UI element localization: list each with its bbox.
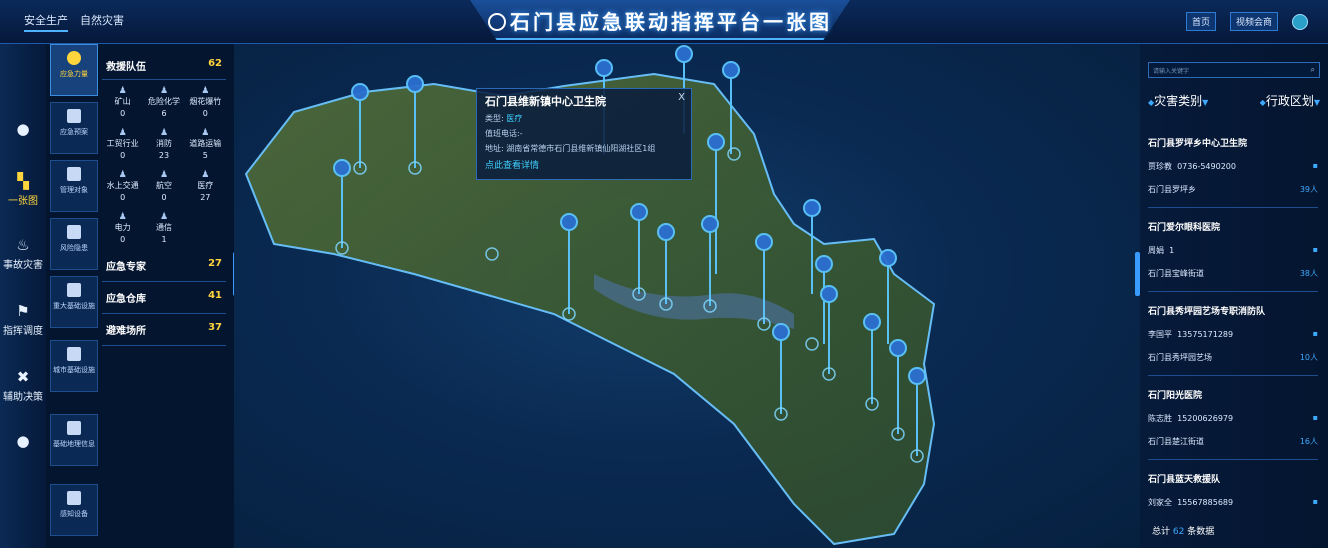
nav-map[interactable]: ▚ 一张图 [0, 172, 46, 207]
subnav-sensor[interactable]: 感知设备 [50, 484, 98, 536]
header-bar: 安全生产 自然灾害 石门县应急联动指挥平台一张图 首页 视频会商 [0, 0, 1328, 44]
subnav-risk[interactable]: 风险隐患 [50, 218, 98, 270]
building-icon [67, 283, 81, 297]
rescue-item[interactable]: ♟ 烟花爆竹 0 [185, 86, 226, 118]
tab-safety-production[interactable]: 安全生产 [24, 12, 68, 32]
rescue-item[interactable]: ♟ 危险化学 6 [143, 86, 184, 118]
subnav-emergency-force[interactable]: 应急力量 [50, 44, 98, 96]
left-nav: ● ▚ 一张图 ♨ 事故灾害 ⚑ 指挥调度 ✖ 辅助决策 ● [0, 44, 46, 548]
avatar[interactable] [1292, 13, 1308, 30]
chevron-down-icon: ▼ [1202, 98, 1209, 107]
rescue-item[interactable]: ♟ 道路运输 5 [185, 128, 226, 160]
person-icon: ♟ [118, 212, 127, 222]
filter-region[interactable]: ◆行政区划▼ [1260, 92, 1320, 109]
rescue-item[interactable]: ♟ 矿山 0 [102, 86, 143, 118]
popup-title: 石门县维新镇中心卫生院 [485, 95, 606, 108]
rescue-item[interactable]: ♟ 电力 0 [102, 212, 143, 244]
video-button[interactable]: 视频会商 [1229, 12, 1278, 31]
popup-type: 类型: 医疗 [485, 114, 523, 123]
section-warehouse[interactable]: 应急仓库 41 [102, 282, 226, 314]
tools-icon: ✖ [16, 368, 30, 386]
rescue-panel: 救援队伍 62 ♟ 矿山 0 ♟ 危险化学 6 ♟ 烟花爆竹 0 ♟ 工贸行业 0 ♟ 消防 23 … [102, 52, 226, 412]
popup-phone: 值班电话:- [485, 129, 523, 138]
person-icon: ♟ [201, 128, 210, 138]
popup-detail-link[interactable]: 点此查看详情 [485, 158, 683, 171]
map-canvas[interactable]: X 石门县维新镇中心卫生院 类型: 医疗 值班电话:- 地址: 湖南省常德市石门… [234, 44, 1140, 548]
subnav-geo-info[interactable]: 基础地理信息 [50, 414, 98, 466]
search-input[interactable]: 请输入关键字 ⌕ [1148, 62, 1320, 78]
nav-dispatch[interactable]: ⚑ 指挥调度 [0, 302, 46, 337]
header-tabs: 安全生产 自然灾害 [24, 12, 124, 32]
tab-natural-disaster[interactable]: 自然灾害 [80, 12, 124, 32]
warning-icon [67, 225, 81, 239]
person-icon: ♟ [118, 86, 127, 96]
right-panel: 请输入关键字 ⌕ ◆灾害类别▼ ◆行政区划▼ 石门县罗坪乡中心卫生院 贾珍教 07… [1140, 44, 1328, 548]
subnav-manage-object[interactable]: 管理对象 [50, 160, 98, 212]
rescue-grid: ♟ 矿山 0 ♟ 危险化学 6 ♟ 烟花爆竹 0 ♟ 工贸行业 0 ♟ 消防 23 ♟ 道路运输 5 ♟… [102, 80, 226, 250]
map-icon: ▚ [17, 172, 29, 190]
logo-icon [488, 13, 506, 31]
person-icon: ♟ [159, 212, 169, 222]
person-icon: ♟ [201, 170, 210, 180]
rescue-item[interactable]: ♟ 工贸行业 0 [102, 128, 143, 160]
list-item[interactable]: 石门爱尔眼科医院 周娟 1 ▪ 石门县宝峰街道 38人 [1148, 220, 1318, 292]
document-icon [67, 109, 81, 123]
person-icon: ♟ [159, 86, 169, 96]
section-shelter[interactable]: 避难场所 37 [102, 314, 226, 346]
rescue-item[interactable]: ♟ 医疗 27 [185, 170, 226, 202]
phone-icon[interactable]: ▪ [1313, 497, 1318, 508]
nav-decision[interactable]: ✖ 辅助决策 [0, 368, 46, 403]
page-title: 石门县应急联动指挥平台一张图 [470, 6, 850, 35]
phone-icon[interactable]: ▪ [1313, 413, 1318, 424]
rescue-item[interactable]: ♟ 航空 0 [143, 170, 184, 202]
city-icon [67, 347, 81, 361]
rescue-header[interactable]: 救援队伍 62 [102, 52, 226, 80]
sub-nav: 应急力量 应急预案 管理对象 风险隐患 重大基础设施 城市基础设施 基础地理信息… [48, 44, 100, 548]
geo-icon [67, 421, 81, 435]
popup-address: 地址: 湖南省常德市石门县维新镇仙阳湖社区1组 [485, 144, 656, 153]
phone-icon[interactable]: ▪ [1313, 329, 1318, 340]
list-item[interactable]: 石门阳光医院 陈志胜 15200626979 ▪ 石门县楚江街道 16人 [1148, 388, 1318, 460]
location-popup: X 石门县维新镇中心卫生院 类型: 医疗 值班电话:- 地址: 湖南省常德市石门… [476, 88, 692, 180]
header-actions: 首页 视频会商 [1185, 12, 1308, 31]
popup-close-button[interactable]: X [678, 92, 685, 103]
person-icon: ♟ [118, 128, 127, 138]
total-count: 总计 62 条数据 [1152, 527, 1215, 537]
document-icon [67, 167, 81, 181]
subnav-major-infra[interactable]: 重大基础设施 [50, 276, 98, 328]
subnav-plan[interactable]: 应急预案 [50, 102, 98, 154]
filters: ◆灾害类别▼ ◆行政区划▼ [1148, 92, 1320, 109]
person-icon: ♟ [159, 170, 169, 180]
rescue-item[interactable]: ♟ 消防 23 [143, 128, 184, 160]
rescue-item[interactable]: ♟ 水上交通 0 [102, 170, 143, 202]
person-icon: ♟ [118, 170, 127, 180]
list-item[interactable]: 石门县蓝天救援队 刘家全 15567885689 ▪ [1148, 472, 1318, 520]
chevron-down-icon: ▼ [1313, 98, 1320, 107]
person-icon: ♟ [159, 128, 169, 138]
nav-accident[interactable]: ♨ 事故灾害 [0, 236, 46, 271]
phone-icon[interactable]: ▪ [1313, 245, 1318, 256]
rescue-count: 62 [208, 58, 222, 69]
circle-icon: ● [16, 120, 30, 138]
search-icon[interactable]: ⌕ [1311, 65, 1315, 75]
section-experts[interactable]: 应急专家 27 [102, 250, 226, 282]
person-icon: ♟ [201, 86, 210, 96]
shield-icon [67, 51, 81, 65]
flame-icon: ♨ [16, 236, 30, 254]
subnav-city-infra[interactable]: 城市基础设施 [50, 340, 98, 392]
camera-icon [67, 491, 81, 505]
nav-circle-bottom[interactable]: ● [0, 432, 46, 452]
flag-icon: ⚑ [16, 302, 30, 320]
list-item[interactable]: 石门县秀坪园艺场专职消防队 李国平 13575171289 ▪ 石门县秀坪园艺场 1… [1148, 304, 1318, 376]
nav-circle-top[interactable]: ● [0, 120, 46, 140]
filter-disaster-type[interactable]: ◆灾害类别▼ [1148, 92, 1208, 109]
phone-icon[interactable]: ▪ [1313, 161, 1318, 172]
circle-icon: ● [16, 432, 30, 450]
home-button[interactable]: 首页 [1185, 12, 1216, 31]
list-item[interactable]: 石门县罗坪乡中心卫生院 贾珍教 0736-5490200 ▪ 石门县罗坪乡 39人 [1148, 136, 1318, 208]
rescue-title: 救援队伍 [106, 62, 146, 73]
rescue-item[interactable]: ♟ 通信 1 [143, 212, 184, 244]
